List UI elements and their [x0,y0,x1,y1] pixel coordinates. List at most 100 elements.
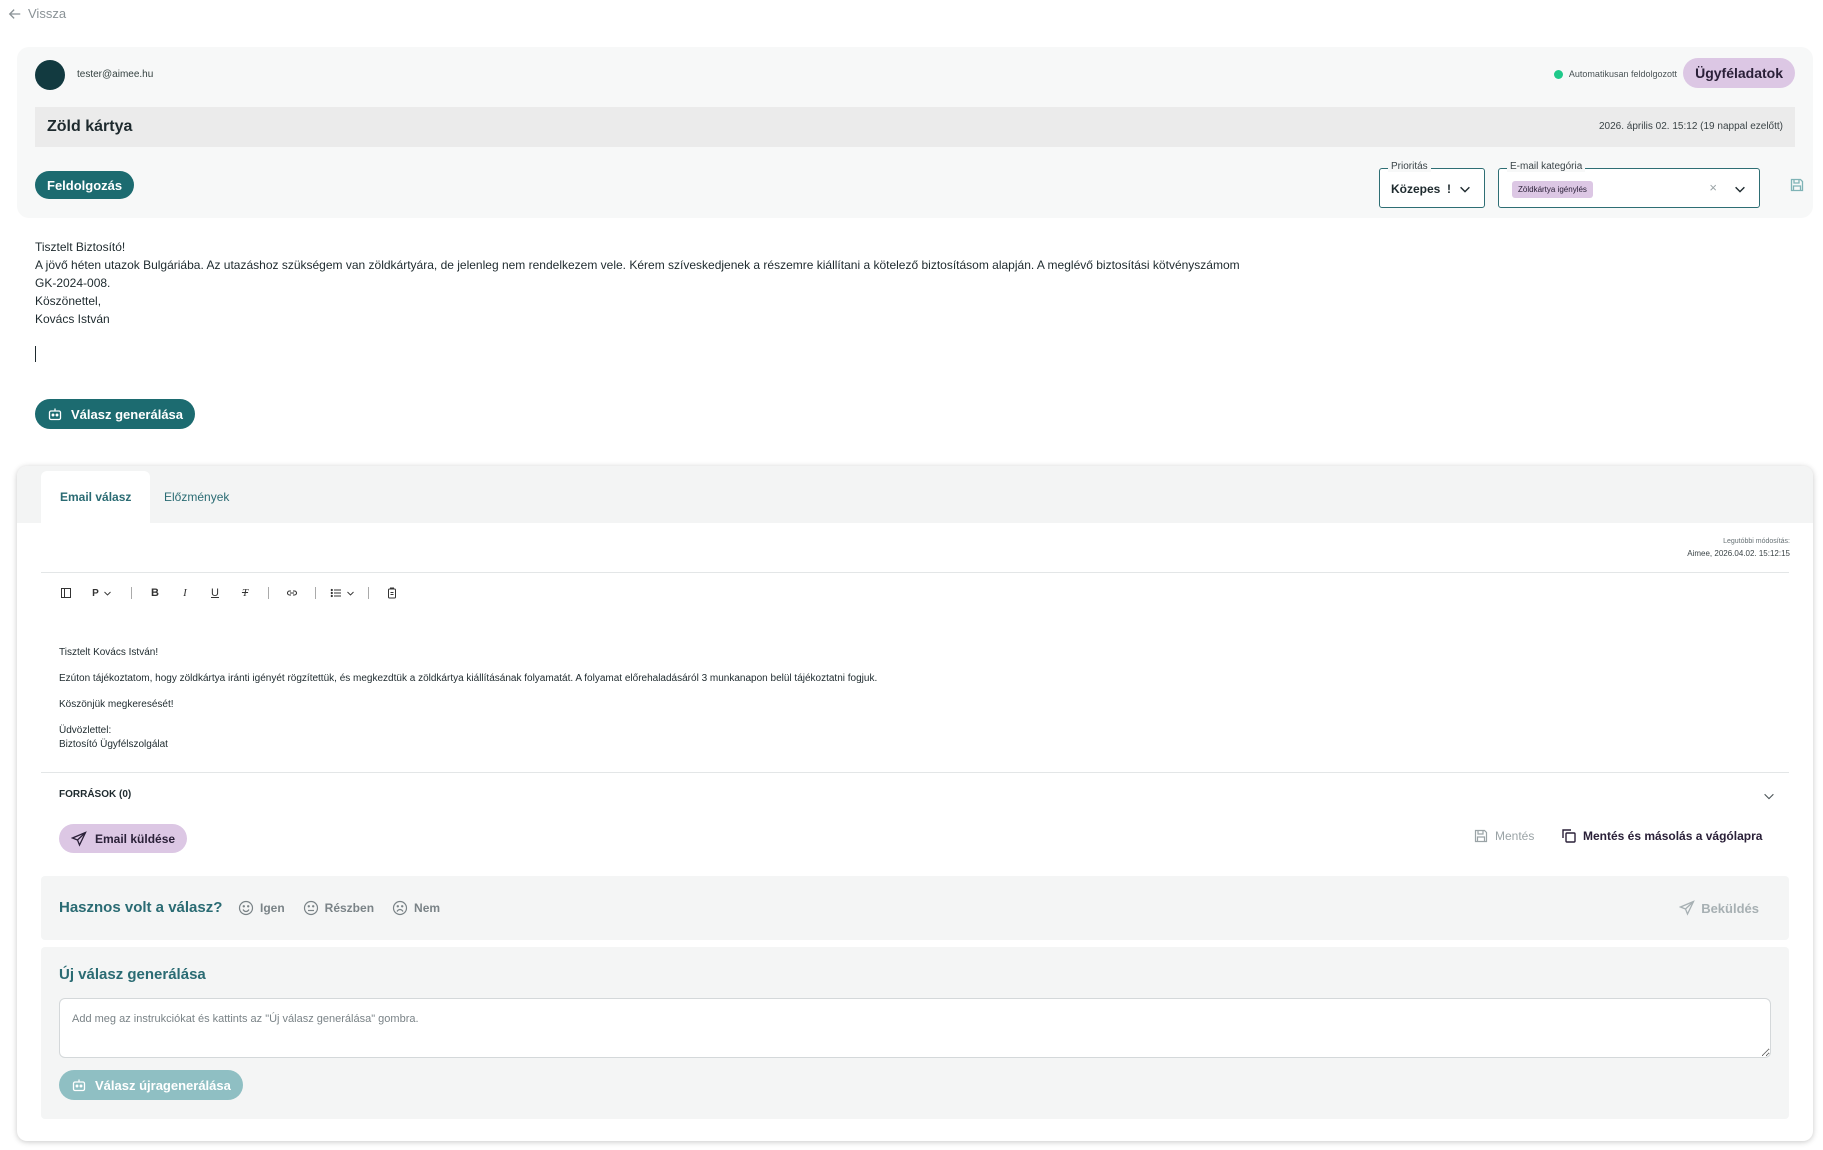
last-modified-value: Aimee, 2026.04.02. 15:12:15 [1687,549,1790,558]
avatar [35,60,65,90]
regenerate-reply-label: Válasz újragenerálása [95,1077,231,1093]
reply-greeting: Tisztelt Kovács István! [59,647,159,658]
reply-signature: Biztosító Ügyfélszolgálat [59,739,168,750]
italic-button[interactable]: I [170,582,200,604]
send-email-label: Email küldése [95,831,176,846]
tab-bar: Email válasz Előzmények [17,466,1813,523]
status-dot-icon [1553,69,1563,79]
neutral-face-icon [303,900,318,916]
process-button[interactable]: Feldolgozás [35,171,135,199]
customer-data-button[interactable]: Ügyféladatok [1683,58,1795,88]
feedback-submit-button[interactable]: Beküldés [1679,900,1759,916]
paragraph-label: P [92,587,99,599]
feedback-options: Igen Részben Nem [238,900,440,916]
italic-icon: I [183,587,187,599]
paragraph-format-button[interactable]: P [81,582,123,604]
feedback-no-label: Nem [414,901,441,915]
template-button[interactable] [377,582,407,604]
last-modified-label: Legutóbbi módosítás: [1723,538,1790,545]
regenerate-reply-button[interactable]: Válasz újragenerálása [59,1070,243,1100]
new-reply-title: Új válasz generálása [59,966,206,983]
email-body-line: Tisztelt Biztosító! [35,240,126,254]
email-body-line: Kovács István [35,312,110,326]
clear-format-button[interactable]: T [230,582,260,604]
tab-history[interactable]: Előzmények [145,471,248,523]
chevron-down-icon [346,591,354,596]
list-button[interactable] [324,582,360,604]
status-indicator: Automatikusan feldolgozott [1553,69,1677,79]
divider [41,572,1789,573]
chevron-down-icon [104,591,111,596]
robot-icon [72,1079,86,1092]
chevron-down-icon [1735,186,1745,193]
feedback-yes-button[interactable]: Igen [238,900,285,916]
copy-icon [1562,829,1576,843]
category-legend: E-mail kategória [1507,161,1586,172]
divider [41,772,1789,773]
feedback-no-button[interactable]: Nem [392,900,440,916]
sender-email: tester@aimee.hu [77,69,154,80]
link-button[interactable] [277,582,307,604]
smile-icon [238,900,254,916]
save-label: Mentés [1495,829,1535,843]
feedback-panel: Hasznos volt a válasz? Igen Részben Nem … [41,876,1789,940]
chevron-down-icon [1460,186,1470,193]
feedback-yes-label: Igen [260,901,285,915]
panel-icon [61,588,71,598]
toolbar-separator [131,587,132,599]
save-button[interactable]: Mentés [1473,828,1534,844]
last-modified: Legutóbbi módosítás: Aimee, 2026.04.02. … [1687,536,1790,560]
sidebar-toggle-button[interactable] [51,582,81,604]
status-text: Automatikusan feldolgozott [1568,69,1677,79]
subject-date: 2026. április 02. 15:12 (19 nappal ezelő… [1598,121,1783,132]
reply-card: Email válasz Előzmények Legutóbbi módosí… [17,466,1813,1141]
priority-value: Közepes ! [1391,182,1452,196]
reply-line: Köszönjük megkeresését! [59,699,174,710]
generate-reply-button[interactable]: Válasz generálása [35,399,196,429]
priority-select[interactable]: Prioritás Közepes ! [1379,161,1485,208]
reply-editor[interactable]: Tisztelt Kovács István! Ezúton tájékozta… [59,646,877,752]
back-link[interactable]: Vissza [8,6,66,21]
email-header-card: tester@aimee.hu Automatikusan feldolgozo… [17,47,1813,218]
category-select[interactable]: E-mail kategória Zöldkártya igénylés × [1498,161,1760,208]
toolbar-separator [368,587,369,599]
tab-email-reply[interactable]: Email válasz [41,471,151,523]
send-icon [1679,900,1696,916]
toolbar-separator [315,587,316,599]
email-body[interactable]: Tisztelt Biztosító! A jövő héten utazok … [35,238,1240,328]
subject-bar: Zöld kártya 2026. április 02. 15:12 (19 … [35,107,1795,147]
email-body-line: GK-2024-008. [35,276,111,290]
new-reply-panel: Új válasz generálása Válasz újragenerálá… [41,947,1789,1119]
priority-legend: Prioritás [1388,161,1431,172]
save-icon[interactable] [1789,177,1805,193]
link-icon [286,590,298,596]
frown-icon [392,900,408,916]
feedback-question: Hasznos volt a válasz? [59,899,223,916]
clipboard-icon [388,587,396,599]
feedback-partly-button[interactable]: Részben [303,900,374,916]
underline-icon: U [211,587,219,599]
send-email-button[interactable]: Email küldése [59,824,188,853]
category-chip: Zöldkártya igénylés [1512,181,1593,198]
arrow-left-icon [8,8,21,19]
robot-icon [48,408,62,421]
save-and-copy-button[interactable]: Mentés és másolás a vágólapra [1561,828,1762,844]
reply-line: Ezúton tájékoztatom, hogy zöldkártya irá… [59,673,878,684]
subject-title: Zöld kártya [47,118,133,135]
instructions-input[interactable] [59,998,1771,1058]
send-icon [71,830,87,847]
email-body-line: A jövő héten utazok Bulgáriába. Az utazá… [35,258,1240,272]
bold-icon: B [151,587,159,599]
bold-button[interactable]: B [140,582,170,604]
list-icon [330,588,341,598]
feedback-partly-label: Részben [324,901,375,915]
clear-icon[interactable]: × [1709,180,1717,195]
feedback-submit-label: Beküldés [1701,900,1759,916]
sources-header[interactable]: FORRÁSOK (0) [59,789,131,800]
editor-toolbar: P B I U T [51,582,407,604]
email-body-line: Köszönettel, [35,294,102,308]
chevron-down-icon[interactable] [1762,789,1776,803]
back-label: Vissza [28,6,67,21]
underline-button[interactable]: U [200,582,230,604]
text-caret [35,346,36,362]
